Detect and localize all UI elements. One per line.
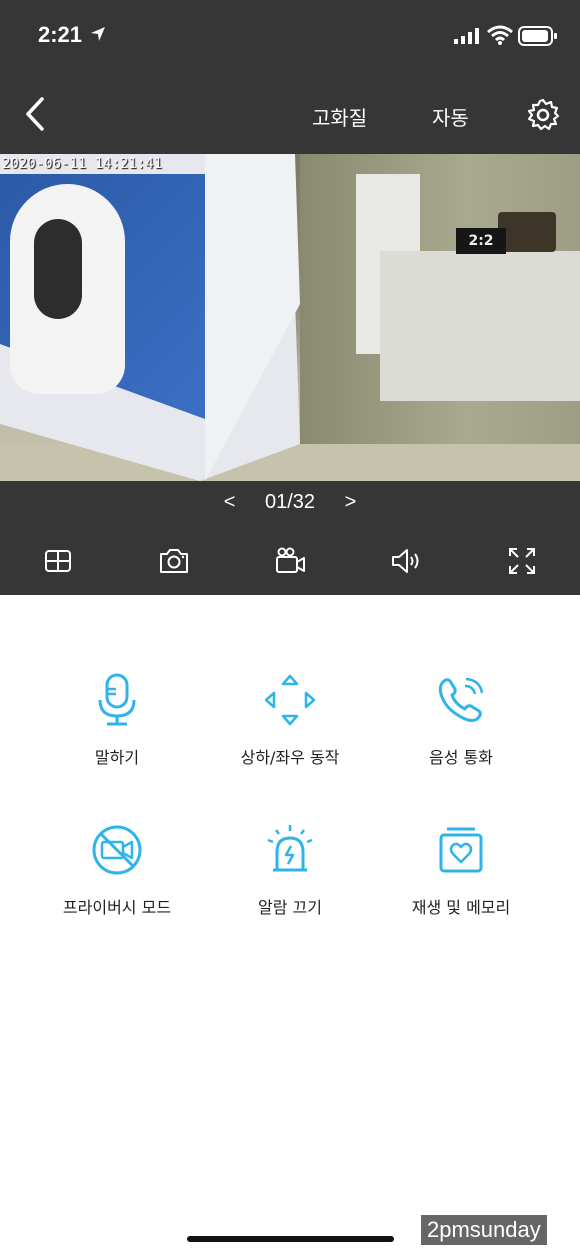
video-cabinet xyxy=(380,251,580,401)
wifi-icon xyxy=(487,25,513,45)
fullscreen-icon[interactable] xyxy=(506,545,538,577)
status-time: 2:21 xyxy=(38,22,83,47)
video-record-icon[interactable] xyxy=(274,545,306,577)
camera-icon[interactable] xyxy=(158,545,190,577)
microphone-icon xyxy=(98,673,136,726)
channel-pager: < 01/32 > xyxy=(0,491,580,521)
watermark: 2pmsunday xyxy=(421,1215,547,1245)
video-camera-lens xyxy=(34,219,82,319)
alarm-icon xyxy=(267,825,313,872)
video-clock: 2:2 xyxy=(456,228,506,254)
gear-icon[interactable] xyxy=(526,98,560,132)
video-floor xyxy=(0,444,580,481)
voice-call-label: 음성 통화 xyxy=(429,748,493,767)
playback-memory-button[interactable]: 재생 및 메모리 xyxy=(366,822,556,918)
phone-call-icon xyxy=(438,677,484,722)
privacy-mode-icon xyxy=(92,825,142,875)
playback-memory-label: 재생 및 메모리 xyxy=(411,898,511,917)
multiview-icon[interactable] xyxy=(42,545,74,577)
next-channel-button[interactable]: > xyxy=(345,491,357,514)
quality-button[interactable]: 고화질 xyxy=(312,102,367,131)
video-toolbar xyxy=(0,545,580,585)
channel-count: 01/32 xyxy=(264,491,316,513)
privacy-mode-button[interactable]: 프라이버시 모드 xyxy=(22,822,212,918)
playback-icon xyxy=(439,827,483,873)
auto-button[interactable]: 자동 xyxy=(432,102,469,131)
live-video-feed[interactable]: 2:2 2020-06-11 14:21:41 xyxy=(0,154,580,481)
video-speaker xyxy=(498,212,556,252)
talk-label: 말하기 xyxy=(94,748,140,767)
pan-tilt-button[interactable]: 상하/좌우 동작 xyxy=(195,672,385,768)
back-arrow-icon[interactable] xyxy=(24,96,48,132)
video-camera-product xyxy=(10,184,125,394)
voice-call-button[interactable]: 음성 통화 xyxy=(366,672,556,768)
signal-icon xyxy=(454,28,479,44)
speaker-icon[interactable] xyxy=(390,545,422,577)
privacy-mode-label: 프라이버시 모드 xyxy=(62,898,172,917)
home-indicator[interactable] xyxy=(187,1236,394,1242)
battery-icon xyxy=(518,26,557,46)
pan-tilt-label: 상하/좌우 동작 xyxy=(240,748,340,767)
nav-bar: 고화질 자동 xyxy=(0,82,580,146)
prev-channel-button[interactable]: < xyxy=(224,491,236,514)
alarm-off-button[interactable]: 알람 끄기 xyxy=(195,822,385,918)
location-icon xyxy=(91,27,105,41)
alarm-off-label: 알람 끄기 xyxy=(258,898,322,917)
status-bar: 2:21 xyxy=(0,0,580,72)
pan-tilt-icon xyxy=(264,674,316,726)
talk-button[interactable]: 말하기 xyxy=(22,672,212,768)
video-timestamp: 2020-06-11 14:21:41 xyxy=(2,156,163,172)
